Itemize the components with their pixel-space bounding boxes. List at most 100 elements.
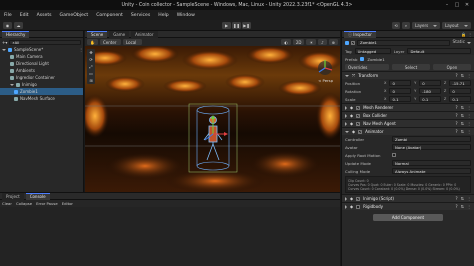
root-motion-checkbox[interactable]: [392, 153, 396, 157]
console-error-pause-button[interactable]: Error Pause: [36, 201, 58, 206]
component-header-animator[interactable]: ◆ ✓ Animator? ⇅ ⋮: [342, 127, 474, 135]
component-header-rigidbody[interactable]: ◆ Rigidbody? ⇅ ⋮: [342, 202, 474, 210]
active-checkbox[interactable]: ✓: [351, 40, 355, 45]
scene-viewport[interactable]: < Persp ✥ ⟳ ⤢ ▭ ⊞: [85, 46, 340, 192]
more-icon[interactable]: ⋮: [467, 196, 471, 201]
rect-tool-icon[interactable]: ▭: [87, 70, 95, 77]
chevron-down-icon[interactable]: [10, 83, 14, 86]
preset-icon[interactable]: ⇅: [461, 105, 464, 110]
preset-icon[interactable]: ⇅: [461, 204, 464, 209]
more-icon[interactable]: ⋮: [467, 73, 471, 78]
hierarchy-search[interactable]: ⌕ All: [9, 39, 81, 45]
add-component-button[interactable]: Add Component: [373, 214, 443, 221]
preset-icon[interactable]: ⇅: [461, 113, 464, 118]
component-enabled-checkbox[interactable]: ✓: [356, 113, 361, 118]
overrides-dropdown[interactable]: Overrides: [345, 64, 389, 70]
help-icon[interactable]: ?: [456, 121, 458, 126]
preset-icon[interactable]: ⇅: [461, 196, 464, 201]
layout-dropdown[interactable]: Layout: [442, 22, 471, 29]
component-enabled-checkbox[interactable]: ✓: [356, 105, 361, 110]
hierarchy-item[interactable]: Zombie1: [0, 88, 83, 95]
transform-rotation-x[interactable]: 0: [389, 88, 412, 94]
select-button[interactable]: Select: [392, 64, 430, 70]
close-icon[interactable]: ✕: [462, 1, 472, 9]
more-icon[interactable]: ⋮: [467, 113, 471, 118]
space-mode-dropdown[interactable]: Local: [122, 39, 142, 45]
component-enabled-checkbox[interactable]: ✓: [356, 121, 361, 126]
tab-animator[interactable]: Animator: [131, 30, 158, 38]
menu-item-gameobject[interactable]: GameObject: [60, 13, 89, 18]
add-icon[interactable]: +▾: [2, 40, 7, 45]
menu-item-assets[interactable]: Assets: [37, 13, 52, 18]
tool-hand-icon[interactable]: ✋: [87, 39, 98, 45]
help-icon[interactable]: ?: [456, 196, 458, 201]
component-enabled-checkbox[interactable]: ✓: [358, 129, 363, 134]
help-icon[interactable]: ?: [456, 204, 458, 209]
pause-icon[interactable]: ❚❚: [232, 22, 241, 29]
hierarchy-item[interactable]: NavMesh Surface: [0, 95, 83, 102]
preset-icon[interactable]: ⇅: [461, 129, 464, 134]
history-icon[interactable]: ⟲: [392, 22, 400, 29]
more-icon[interactable]: ⋮: [468, 32, 472, 37]
transform-position-y[interactable]: 0: [419, 80, 441, 86]
play-icon[interactable]: ▶: [222, 22, 231, 29]
2d-toggle[interactable]: 2D: [292, 39, 305, 45]
controller-field[interactable]: Zombi: [392, 136, 471, 142]
tab-hierarchy[interactable]: Hierarchy: [2, 30, 30, 38]
chevron-down-icon[interactable]: [467, 41, 471, 44]
audio-icon[interactable]: ♪: [318, 39, 327, 45]
component-header-nav-mesh-agent[interactable]: ◆ ✓ Nav Mesh Agent? ⇅ ⋮: [342, 119, 474, 127]
transform-tool-icon[interactable]: ⊞: [87, 77, 95, 84]
more-icon[interactable]: ⋮: [467, 105, 471, 110]
chevron-down-icon[interactable]: [2, 48, 6, 51]
persp-label[interactable]: < Persp: [318, 78, 333, 83]
component-header-mesh-renderer[interactable]: ◆ ✓ Mesh Renderer? ⇅ ⋮: [342, 103, 474, 111]
menu-item-window[interactable]: Window: [177, 13, 195, 18]
layer-dropdown[interactable]: Default: [407, 48, 471, 54]
menu-item-component[interactable]: Component: [96, 13, 123, 18]
more-icon[interactable]: ⋮: [467, 204, 471, 209]
component-header-box-collider[interactable]: ◆ ✓ Box Collider? ⇅ ⋮: [342, 111, 474, 119]
transform-scale-z[interactable]: 0.1: [449, 96, 472, 102]
open-button[interactable]: Open: [433, 64, 471, 70]
component-enabled-checkbox[interactable]: ✓: [356, 196, 361, 201]
cloud-icon[interactable]: ☁: [14, 22, 23, 29]
help-icon[interactable]: ?: [456, 129, 458, 134]
transform-scale-x[interactable]: 0.1: [389, 96, 412, 102]
scale-tool-icon[interactable]: ⤢: [87, 63, 95, 70]
component-enabled-checkbox[interactable]: [356, 204, 361, 209]
lock-icon[interactable]: 🔒: [461, 32, 466, 37]
console-editor-button[interactable]: Editor: [62, 201, 73, 206]
transform-scale-y[interactable]: 0.1: [419, 96, 441, 102]
culling-mode-dropdown[interactable]: Always Animate: [392, 168, 471, 174]
hierarchy-item[interactable]: Inimigo: [0, 81, 83, 88]
search-icon[interactable]: ⌕: [402, 22, 410, 29]
transform-rotation-y[interactable]: -180: [419, 88, 441, 94]
hierarchy-item[interactable]: SampleScene* ⋮: [0, 46, 83, 53]
console-collapse-button[interactable]: Collapse: [16, 201, 32, 206]
transform-position-x[interactable]: 0: [389, 80, 412, 86]
rotate-tool-icon[interactable]: ⟳: [87, 56, 95, 63]
hierarchy-item[interactable]: Ambients: [0, 67, 83, 74]
move-tool-icon[interactable]: ✥: [87, 49, 95, 56]
component-header-inimigo-script-[interactable]: ◆ ✓ Inimigo (Script)? ⇅ ⋮: [342, 194, 474, 202]
tag-dropdown[interactable]: Untagged: [354, 48, 391, 54]
console-clear-button[interactable]: Clear: [2, 201, 12, 206]
preset-icon[interactable]: ⇅: [461, 121, 464, 126]
maximize-icon[interactable]: □: [452, 1, 462, 9]
account-icon[interactable]: ◉: [3, 22, 12, 29]
preset-icon[interactable]: ⇅: [461, 73, 464, 78]
minimize-icon[interactable]: –: [442, 1, 452, 9]
pivot-mode-dropdown[interactable]: Center: [99, 39, 121, 45]
menu-item-file[interactable]: File: [4, 13, 12, 18]
hierarchy-item[interactable]: Directional Light: [0, 60, 83, 67]
transform-position-z[interactable]: -15.71: [449, 80, 472, 86]
gizmos-icon[interactable]: ⊕: [328, 39, 338, 45]
menu-item-services[interactable]: Services: [131, 13, 150, 18]
object-name-field[interactable]: Zombie1: [357, 39, 451, 46]
layers-dropdown[interactable]: Layers: [412, 22, 440, 29]
help-icon[interactable]: ?: [456, 105, 458, 110]
more-icon[interactable]: ⋮: [79, 47, 83, 52]
help-icon[interactable]: ?: [456, 113, 458, 118]
tab-scene[interactable]: Scene: [87, 30, 108, 38]
